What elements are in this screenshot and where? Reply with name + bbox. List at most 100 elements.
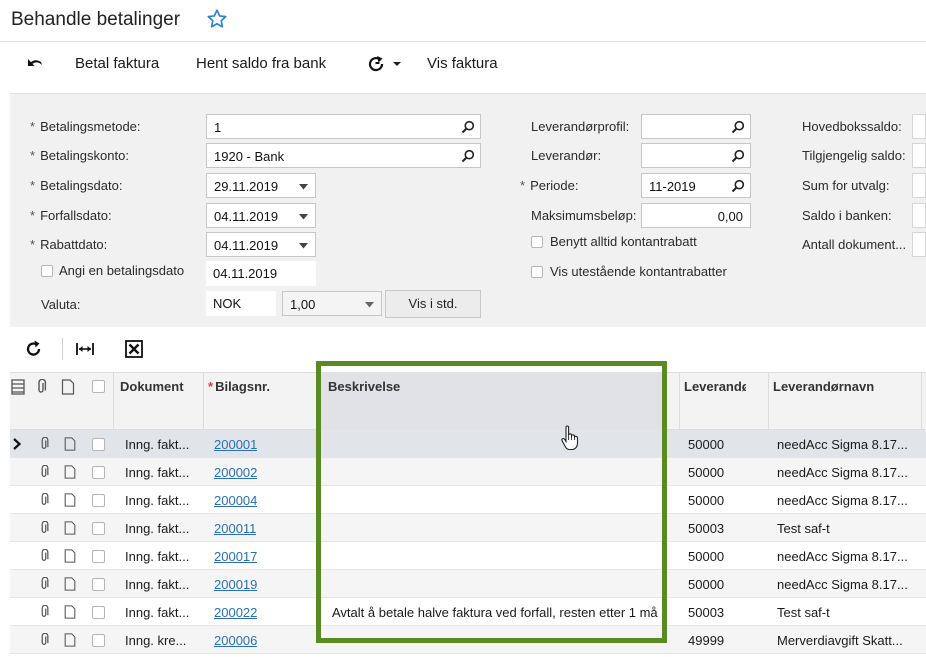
- row-checkbox[interactable]: [92, 466, 105, 479]
- attachment-icon[interactable]: [37, 549, 51, 563]
- always-cash-discount-checkbox[interactable]: [531, 236, 543, 248]
- column-header-document[interactable]: Dokument: [120, 379, 184, 394]
- column-divider: [921, 372, 922, 430]
- note-icon[interactable]: [63, 521, 77, 535]
- max-amount-field[interactable]: 0,00: [641, 203, 751, 228]
- search-icon[interactable]: [461, 149, 475, 163]
- pay-invoice-button[interactable]: Betal faktura: [75, 55, 159, 72]
- row-checkbox[interactable]: [92, 578, 105, 591]
- vendor-cell: 50000: [688, 577, 725, 592]
- chevron-down-icon[interactable]: [299, 184, 308, 190]
- payment-date-field[interactable]: 29.11.2019: [206, 173, 316, 198]
- voucher-link[interactable]: 200004: [214, 493, 257, 508]
- note-icon[interactable]: [63, 549, 77, 563]
- exchange-rate-field[interactable]: 1,00: [282, 291, 382, 316]
- payment-account-label: * Betalingskonto:: [30, 148, 129, 163]
- attachment-icon[interactable]: [37, 633, 51, 647]
- vendor-name-cell: Test saf-t: [777, 521, 830, 536]
- select-all-checkbox[interactable]: [92, 380, 105, 393]
- row-checkbox[interactable]: [92, 438, 105, 451]
- vendor-name-cell: Test saf-t: [777, 605, 830, 620]
- column-header-vendor[interactable]: Leverandø: [684, 379, 746, 394]
- attachment-icon[interactable]: [37, 521, 51, 535]
- show-invoice-button[interactable]: Vis faktura: [427, 55, 498, 72]
- vendor-cell: 50003: [688, 605, 725, 620]
- show-outstanding-discounts-checkbox[interactable]: [531, 266, 543, 278]
- note-icon[interactable]: [63, 633, 77, 647]
- undo-icon[interactable]: [25, 55, 45, 73]
- due-date-field[interactable]: 04.11.2019: [206, 203, 316, 228]
- row-checkbox[interactable]: [92, 522, 105, 535]
- attachment-icon[interactable]: [37, 465, 51, 479]
- voucher-link[interactable]: 200002: [214, 465, 257, 480]
- vendor-cell: 50000: [688, 493, 725, 508]
- note-icon[interactable]: [63, 465, 77, 479]
- star-icon[interactable]: [206, 8, 228, 30]
- discount-date-field[interactable]: 04.11.2019: [206, 232, 316, 257]
- vendor-profile-field[interactable]: [641, 114, 751, 139]
- document-type: Inng. fakt...: [125, 549, 190, 564]
- document-type: Inng. fakt...: [125, 493, 190, 508]
- voucher-link[interactable]: 200001: [214, 437, 257, 452]
- document-type: Inng. fakt...: [125, 437, 190, 452]
- search-icon[interactable]: [731, 120, 745, 134]
- payment-account-field[interactable]: 1920 - Bank: [206, 143, 481, 168]
- ledger-balance-field: [912, 114, 926, 139]
- note-icon[interactable]: [63, 577, 77, 591]
- available-balance-field: [912, 143, 926, 168]
- fetch-balance-button[interactable]: Hent saldo fra bank: [196, 55, 326, 72]
- due-date-label: * Forfallsdato:: [30, 208, 112, 223]
- vendor-field[interactable]: [641, 143, 751, 168]
- voucher-link[interactable]: 200019: [214, 577, 257, 592]
- vendor-cell: 49999: [688, 633, 725, 648]
- currency-field[interactable]: NOK: [206, 291, 276, 316]
- voucher-link[interactable]: 200011: [214, 521, 256, 536]
- attachment-icon[interactable]: [37, 493, 51, 507]
- document-count-field: [912, 232, 926, 257]
- chevron-down-icon[interactable]: [299, 214, 308, 220]
- document-type: Inng. fakt...: [125, 577, 190, 592]
- payment-date-label: * Betalingsdato:: [30, 178, 123, 193]
- specify-payment-date-checkbox[interactable]: [41, 265, 53, 277]
- current-row-arrow-icon: [13, 438, 21, 450]
- row-checkbox[interactable]: [92, 606, 105, 619]
- currency-label: Valuta:: [41, 297, 81, 312]
- search-icon[interactable]: [731, 179, 745, 193]
- payment-method-field[interactable]: 1: [206, 114, 481, 139]
- row-checkbox[interactable]: [92, 634, 105, 647]
- payment-method-label: * Betalingsmetode:: [30, 119, 141, 134]
- search-icon[interactable]: [731, 149, 745, 163]
- attachment-icon[interactable]: [37, 577, 51, 591]
- highlight-box: [316, 361, 667, 643]
- document-type: Inng. fakt...: [125, 605, 190, 620]
- voucher-link[interactable]: 200017: [214, 549, 257, 564]
- column-header-voucher[interactable]: * Bilagsnr.: [208, 379, 270, 394]
- vendor-name-cell: needAcc Sigma 8.17...: [777, 493, 908, 508]
- fit-columns-icon[interactable]: [75, 339, 95, 359]
- attachment-icon[interactable]: [37, 605, 51, 619]
- refresh-icon[interactable]: [24, 339, 44, 359]
- note-icon[interactable]: [63, 437, 77, 451]
- chevron-down-icon[interactable]: [365, 302, 374, 308]
- document-type: Inng. fakt...: [125, 521, 190, 536]
- export-excel-icon[interactable]: [124, 339, 144, 359]
- chevron-down-icon[interactable]: [299, 243, 308, 249]
- note-icon[interactable]: [63, 605, 77, 619]
- voucher-link[interactable]: 200006: [214, 633, 257, 648]
- attachment-icon[interactable]: [37, 437, 51, 451]
- vendor-cell: 50003: [688, 521, 725, 536]
- document-type: Inng. kre...: [125, 633, 187, 648]
- row-checkbox[interactable]: [92, 494, 105, 507]
- row-settings-icon[interactable]: [11, 379, 25, 395]
- period-field[interactable]: 11-2019: [641, 173, 751, 198]
- note-icon[interactable]: [63, 493, 77, 507]
- vendor-name-cell: Merverdiavgift Skatt...: [777, 633, 903, 648]
- vendor-cell: 50000: [688, 437, 725, 452]
- column-header-vendor-name[interactable]: Leverandørnavn: [773, 379, 874, 394]
- search-icon[interactable]: [461, 120, 475, 134]
- specify-payment-date-field[interactable]: 04.11.2019: [206, 261, 316, 286]
- voucher-link[interactable]: 200022: [214, 605, 257, 620]
- refresh-dropdown-icon[interactable]: [368, 55, 404, 73]
- show-standard-button[interactable]: Vis i std.: [385, 290, 481, 318]
- row-checkbox[interactable]: [92, 550, 105, 563]
